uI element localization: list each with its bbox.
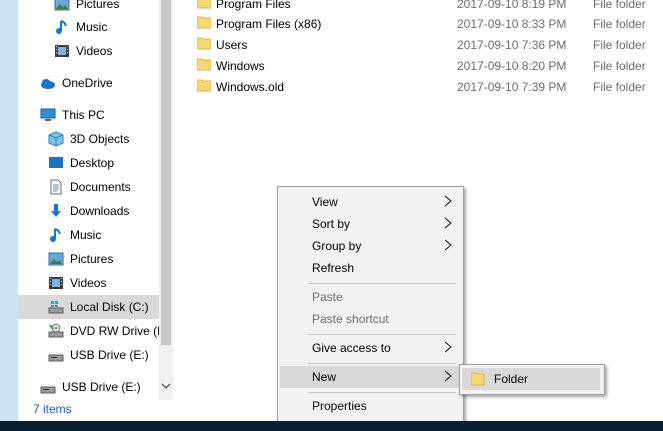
- table-row[interactable]: Windows 2017-09-10 8:20 PM File folder: [196, 55, 657, 76]
- table-row[interactable]: Windows.old 2017-09-10 7:39 PM File fold…: [196, 76, 657, 97]
- chevron-right-icon: [443, 216, 453, 230]
- chevron-right-icon: [443, 369, 453, 383]
- nav-item-this-pc[interactable]: This PC: [18, 103, 173, 127]
- nav-item-usb-drive-e-root[interactable]: USB Drive (E:): [18, 375, 173, 399]
- table-row[interactable]: Program Files 2017-09-10 8:19 PM File fo…: [196, 0, 657, 14]
- menu-item-view[interactable]: View: [280, 191, 459, 213]
- taskbar: [0, 421, 663, 431]
- status-item-count: 7 items: [33, 402, 72, 416]
- menu-separator: [308, 334, 456, 335]
- table-row[interactable]: Users 2017-09-10 7:36 PM File folder: [196, 34, 657, 55]
- nav-item-documents[interactable]: Documents: [18, 175, 173, 199]
- menu-separator: [308, 283, 456, 284]
- downloads-icon: [48, 203, 64, 219]
- chevron-right-icon: [443, 238, 453, 252]
- music-icon: [54, 19, 70, 35]
- context-menu: View Sort by Group by Refresh Paste Past…: [277, 186, 464, 424]
- nav-item-videos[interactable]: Videos: [18, 271, 173, 295]
- menu-item-give-access-to[interactable]: Give access to: [280, 337, 459, 359]
- folder-icon: [196, 0, 212, 12]
- scrollbar-thumb[interactable]: [161, 0, 171, 345]
- usb-drive-icon: [48, 347, 64, 363]
- window-frame-left: [0, 0, 18, 431]
- pin-icon[interactable]: [142, 0, 152, 3]
- nav-item-onedrive[interactable]: OneDrive: [18, 71, 173, 95]
- navigation-scrollbar[interactable]: [159, 0, 173, 400]
- usb-drive-icon: [40, 379, 56, 395]
- navigation-pane: Pictures Music Videos OneDrive This PC 3…: [18, 0, 173, 400]
- dvd-drive-icon: [48, 323, 64, 339]
- pictures-icon: [54, 0, 70, 12]
- folder-icon: [196, 36, 212, 53]
- menu-item-properties[interactable]: Properties: [280, 395, 459, 417]
- videos-icon: [54, 43, 70, 59]
- menu-separator: [308, 392, 456, 393]
- menu-item-new[interactable]: New: [280, 366, 459, 388]
- nav-item-music-pinned[interactable]: Music: [18, 15, 173, 39]
- nav-item-desktop[interactable]: Desktop: [18, 151, 173, 175]
- nav-item-pictures[interactable]: Pictures: [18, 247, 173, 271]
- pictures-icon: [48, 251, 64, 267]
- folder-icon: [196, 15, 212, 32]
- menu-item-paste[interactable]: Paste: [280, 286, 459, 308]
- chevron-right-icon: [443, 194, 453, 208]
- nav-item-local-disk-c[interactable]: Local Disk (C:): [18, 295, 173, 319]
- folder-icon: [470, 372, 485, 389]
- menu-item-new-folder[interactable]: Folder: [462, 368, 600, 390]
- nav-item-videos-pinned[interactable]: Videos: [18, 39, 173, 63]
- menu-item-sort-by[interactable]: Sort by: [280, 213, 459, 235]
- folder-icon: [196, 57, 212, 74]
- new-submenu: Folder: [459, 364, 605, 395]
- chevron-right-icon: [443, 340, 453, 354]
- nav-item-music[interactable]: Music: [18, 223, 173, 247]
- music-icon: [48, 227, 64, 243]
- nav-item-dvd-rw-drive[interactable]: DVD RW Drive (D: [18, 319, 173, 343]
- menu-separator: [308, 363, 456, 364]
- videos-icon: [48, 275, 64, 291]
- desktop-icon: [48, 155, 64, 171]
- local-disk-icon: [48, 299, 64, 315]
- nav-item-downloads[interactable]: Downloads: [18, 199, 173, 223]
- folder-icon: [196, 78, 212, 95]
- documents-icon: [48, 179, 64, 195]
- 3d-objects-icon: [48, 131, 64, 147]
- menu-item-group-by[interactable]: Group by: [280, 235, 459, 257]
- scroll-down-icon[interactable]: [160, 381, 172, 395]
- onedrive-icon: [40, 75, 56, 91]
- menu-item-refresh[interactable]: Refresh: [280, 257, 459, 279]
- nav-item-3d-objects[interactable]: 3D Objects: [18, 127, 173, 151]
- menu-item-paste-shortcut[interactable]: Paste shortcut: [280, 308, 459, 330]
- nav-item-usb-drive-e[interactable]: USB Drive (E:): [18, 343, 173, 367]
- this-pc-icon: [40, 107, 56, 123]
- nav-item-pictures-pinned[interactable]: Pictures: [18, 0, 173, 16]
- table-row[interactable]: Program Files (x86) 2017-09-10 8:33 PM F…: [196, 13, 657, 34]
